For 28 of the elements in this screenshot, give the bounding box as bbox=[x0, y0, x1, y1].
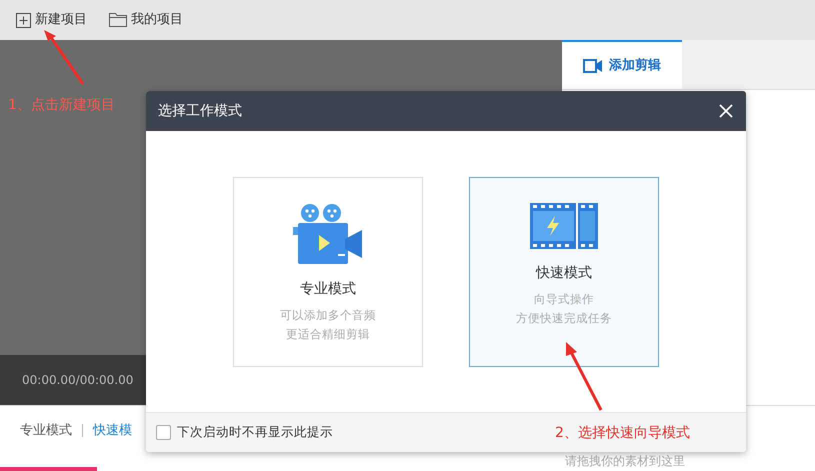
mode-title: 快速模式 bbox=[536, 264, 592, 282]
add-clip-tab[interactable]: 添加剪辑 bbox=[562, 40, 682, 89]
mode-tab[interactable]: 专业模式 bbox=[20, 420, 82, 440]
film-strip-icon bbox=[530, 202, 598, 248]
folder-icon bbox=[109, 13, 127, 27]
checkbox-label: 下次启动时不再显示此提示 bbox=[177, 423, 333, 442]
annotation-text: 2、选择快速向导模式 bbox=[555, 424, 690, 443]
mode-description: 可以添加多个音频 bbox=[280, 306, 376, 324]
mode-description: 方便快速完成任务 bbox=[516, 310, 612, 326]
mode-card[interactable]: 专业模式 可以添加多个音频 更适合精细剪辑 bbox=[233, 176, 423, 366]
my-projects-button[interactable]: 我的项目 bbox=[109, 10, 183, 30]
mode-description: 更适合精细剪辑 bbox=[286, 326, 370, 342]
mode-title: 专业模式 bbox=[300, 280, 356, 298]
close-button[interactable] bbox=[718, 103, 734, 119]
arrow bbox=[44, 30, 84, 85]
mode-tab[interactable]: 快速模 bbox=[93, 420, 142, 440]
checkbox[interactable] bbox=[156, 425, 171, 440]
time-display: 00:00.00/00:00.00 bbox=[22, 372, 134, 389]
new-project-button[interactable]: 新建项目 bbox=[16, 10, 87, 30]
annotation-text: 1、点击新建项目 bbox=[8, 96, 115, 115]
video-camera-icon bbox=[583, 58, 603, 72]
dialog-title: 选择工作模式 bbox=[158, 102, 242, 120]
plus-box-icon bbox=[16, 12, 31, 28]
movie-camera-icon bbox=[293, 202, 363, 264]
mode-card[interactable]: 快速模式 向导式操作 方便快速完成任务 bbox=[469, 176, 659, 366]
mode-description: 向导式操作 bbox=[534, 290, 594, 308]
drop-hint: 请拖拽你的素材到这里 bbox=[565, 453, 685, 470]
arrow bbox=[566, 342, 602, 411]
